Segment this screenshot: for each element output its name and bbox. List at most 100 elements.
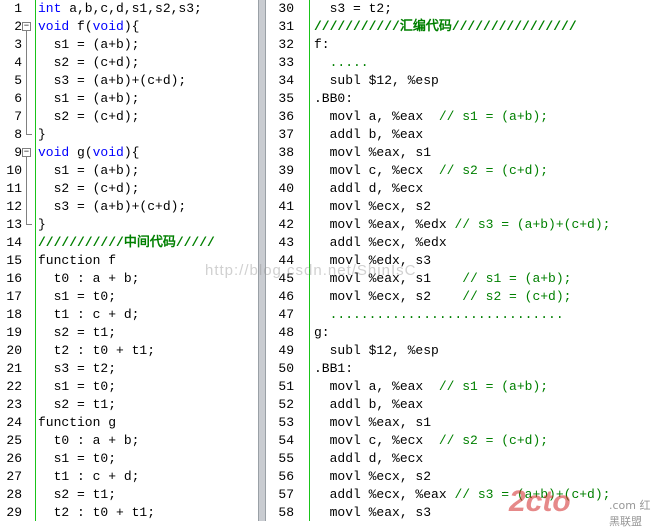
code-line[interactable]: 44 movl %edx, s3 <box>266 252 663 270</box>
line-number: 55 <box>278 451 294 466</box>
line-number: 30 <box>278 1 294 16</box>
code-line[interactable]: 30 s3 = t2; <box>266 0 663 18</box>
comment-token: .............................. <box>314 307 564 322</box>
code-area-right[interactable]: 30 s3 = t2; 31///////////汇编代码////////////… <box>266 0 663 521</box>
code-line[interactable]: 21 s3 = t2; <box>0 360 258 378</box>
fold-minus-icon[interactable]: − <box>22 148 31 157</box>
code-line[interactable]: 2− void f(void){ <box>0 18 258 36</box>
keyword-token: void <box>38 145 70 160</box>
code-line[interactable]: 47 .............................. <box>266 306 663 324</box>
code-line[interactable]: 5 s3 = (a+b)+(c+d); <box>0 72 258 90</box>
code-text: ///////////中间代码///// <box>38 234 215 252</box>
code-text: .BB0: <box>314 90 353 108</box>
code-line[interactable]: 45 movl %eax, s1 // s1 = (a+b); <box>266 270 663 288</box>
code-text: t0 : a + b; <box>38 270 140 288</box>
code-line[interactable]: 6 s1 = (a+b); <box>0 90 258 108</box>
keyword-token: int <box>38 1 62 16</box>
line-number: 27 <box>6 469 22 484</box>
code-line[interactable]: 1 int a,b,c,d,s1,s2,s3; <box>0 0 258 18</box>
code-line[interactable]: 14 ///////////中间代码///// <box>0 234 258 252</box>
code-line[interactable]: 48 g: <box>266 324 663 342</box>
code-line[interactable]: 17 s1 = t0; <box>0 288 258 306</box>
line-number: 13 <box>6 217 22 232</box>
code-line[interactable]: 34 subl $12, %esp <box>266 72 663 90</box>
code-line[interactable]: 46 movl %ecx, s2 // s2 = (c+d); <box>266 288 663 306</box>
code-line[interactable]: 3 s1 = (a+b); <box>0 36 258 54</box>
code-token: s2 = (c+d); <box>38 55 140 70</box>
line-number: 47 <box>278 307 294 322</box>
code-text: movl %ecx, s2 // s2 = (c+d); <box>314 288 572 306</box>
code-line[interactable]: 56 movl %ecx, s2 <box>266 468 663 486</box>
code-token: function f <box>38 253 117 268</box>
code-line[interactable]: 38 movl %eax, s1 <box>266 144 663 162</box>
code-line[interactable]: 7 s2 = (c+d); <box>0 108 258 126</box>
code-line[interactable]: 22 s1 = t0; <box>0 378 258 396</box>
code-line[interactable]: 4 s2 = (c+d); <box>0 54 258 72</box>
code-line[interactable]: 13} <box>0 216 258 234</box>
code-line[interactable]: 29 t2 : t0 + t1; <box>0 504 258 521</box>
code-line[interactable]: 40 addl d, %ecx <box>266 180 663 198</box>
code-line[interactable]: 53 movl %eax, s1 <box>266 414 663 432</box>
code-text: addl %ecx, %edx <box>314 234 447 252</box>
code-line[interactable]: 33 ..... <box>266 54 663 72</box>
code-line[interactable]: 11 s2 = (c+d); <box>0 180 258 198</box>
code-token: g( <box>69 145 93 160</box>
code-line[interactable]: 25 t0 : a + b; <box>0 432 258 450</box>
code-line[interactable]: 50 .BB1: <box>266 360 663 378</box>
pane-splitter[interactable] <box>258 0 266 521</box>
code-line[interactable]: 20 t2 : t0 + t1; <box>0 342 258 360</box>
code-line[interactable]: 49 subl $12, %esp <box>266 342 663 360</box>
code-line[interactable]: 43 addl %ecx, %edx <box>266 234 663 252</box>
code-line[interactable]: 36 movl a, %eax // s1 = (a+b); <box>266 108 663 126</box>
code-line[interactable]: 12 s3 = (a+b)+(c+d); <box>0 198 258 216</box>
code-line[interactable]: 24 function g <box>0 414 258 432</box>
code-token: subl $12, %esp <box>314 343 439 358</box>
line-number: 20 <box>6 343 22 358</box>
code-line[interactable]: 51 movl a, %eax // s1 = (a+b); <box>266 378 663 396</box>
code-line[interactable]: 26 s1 = t0; <box>0 450 258 468</box>
code-text: s1 = t0; <box>38 450 116 468</box>
code-token: f( <box>69 19 93 34</box>
code-token: s2 = t1; <box>38 397 117 412</box>
code-token: movl c, %ecx <box>314 433 439 448</box>
code-line[interactable]: 8} <box>0 126 258 144</box>
code-line[interactable]: 19 s2 = t1; <box>0 324 258 342</box>
line-number: 4 <box>14 55 22 70</box>
code-line[interactable]: 18 t1 : c + d; <box>0 306 258 324</box>
code-line[interactable]: 16 t0 : a + b; <box>0 270 258 288</box>
code-line[interactable]: 57 addl %ecx, %eax // s3 = (a+b)+(c+d); <box>266 486 663 504</box>
code-line[interactable]: 28 s2 = t1; <box>0 486 258 504</box>
fold-minus-icon[interactable]: − <box>22 22 31 31</box>
left-editor-pane[interactable]: 1 int a,b,c,d,s1,s2,s3; 2− void f(void){3 s… <box>0 0 258 521</box>
code-line[interactable]: 15 function f <box>0 252 258 270</box>
code-line[interactable]: 10 s1 = (a+b); <box>0 162 258 180</box>
code-area-left[interactable]: 1 int a,b,c,d,s1,s2,s3; 2− void f(void){3 s… <box>0 0 258 521</box>
code-token: movl a, %eax <box>314 379 439 394</box>
code-line[interactable]: 41 movl %ecx, s2 <box>266 198 663 216</box>
code-token: s1 = (a+b); <box>38 91 140 106</box>
line-number: 41 <box>278 199 294 214</box>
code-token: addl d, %ecx <box>314 181 424 196</box>
code-line[interactable]: 23 s2 = t1; <box>0 396 258 414</box>
code-line[interactable]: 9− void g(void){ <box>0 144 258 162</box>
code-line[interactable]: 58 movl %eax, s3 <box>266 504 663 521</box>
line-number: 1 <box>14 1 22 16</box>
right-editor-pane[interactable]: 30 s3 = t2; 31///////////汇编代码////////////… <box>266 0 663 521</box>
line-number: 24 <box>6 415 22 430</box>
code-line[interactable]: 35 .BB0: <box>266 90 663 108</box>
code-text: movl a, %eax // s1 = (a+b); <box>314 378 548 396</box>
code-line[interactable]: 27 t1 : c + d; <box>0 468 258 486</box>
code-line[interactable]: 39 movl c, %ecx // s2 = (c+d); <box>266 162 663 180</box>
code-line[interactable]: 37 addl b, %eax <box>266 126 663 144</box>
code-token: f: <box>314 37 330 52</box>
code-line[interactable]: 54 movl c, %ecx // s2 = (c+d); <box>266 432 663 450</box>
code-line[interactable]: 42 movl %eax, %edx // s3 = (a+b)+(c+d); <box>266 216 663 234</box>
line-number: 35 <box>278 91 294 106</box>
code-line[interactable]: 55 addl d, %ecx <box>266 450 663 468</box>
fold-guide <box>26 54 27 72</box>
code-line[interactable]: 31 ///////////汇编代码//////////////// <box>266 18 663 36</box>
code-line[interactable]: 32 f: <box>266 36 663 54</box>
code-line[interactable]: 52 addl b, %eax <box>266 396 663 414</box>
line-number: 46 <box>278 289 294 304</box>
code-token: movl c, %ecx <box>314 163 439 178</box>
